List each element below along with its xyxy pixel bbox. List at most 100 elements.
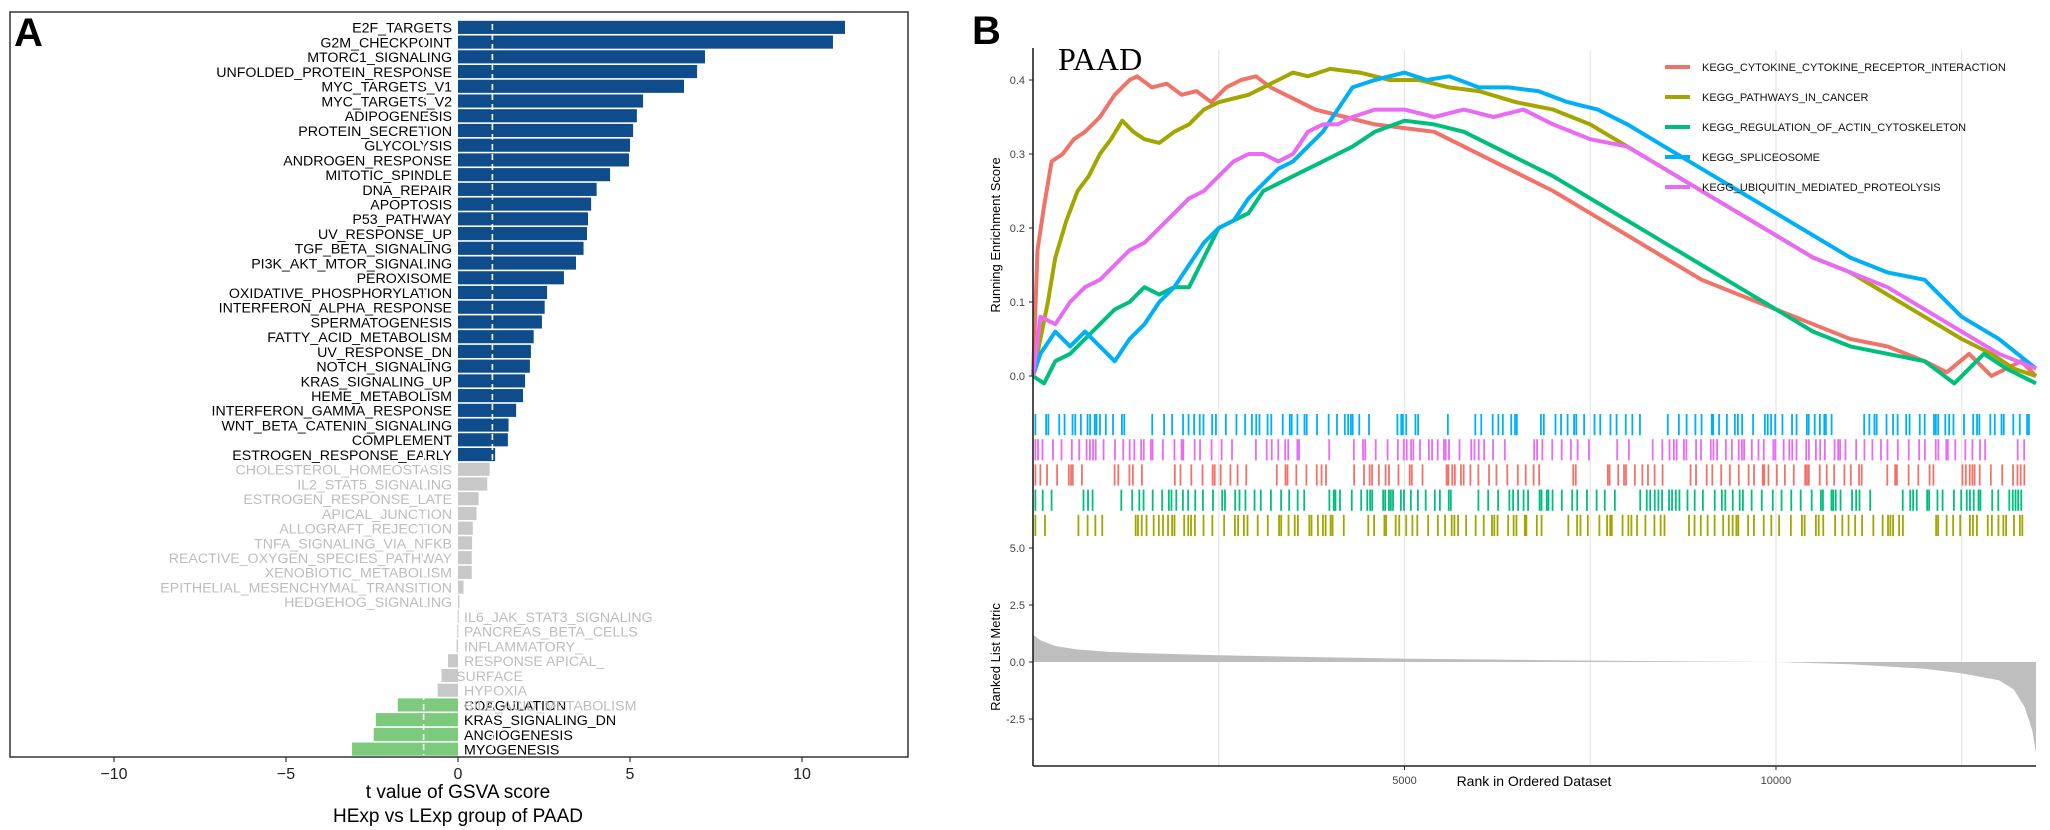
rug-tick — [1296, 439, 1299, 461]
rug-tick — [1460, 464, 1462, 486]
rug-tick — [1384, 489, 1387, 511]
rug-tick — [1863, 414, 1866, 436]
rug-tick — [1977, 489, 1980, 511]
rug-tick — [1617, 464, 1620, 486]
rug-tick — [1649, 489, 1652, 511]
panel-b: B PAAD 0.0 0.1 0.2 0.3 0.4 5.0 2.5 0.0 -2.5 5000 1… — [972, 9, 2038, 789]
rug-tick — [1492, 439, 1494, 461]
bar — [375, 713, 458, 727]
rug-tick — [1034, 489, 1037, 511]
rug-tick — [1162, 439, 1164, 461]
rug-tick — [1728, 464, 1731, 486]
rug-tick — [1265, 439, 1268, 461]
x-tick-label: −5 — [277, 766, 295, 783]
rug-tick — [1873, 414, 1876, 436]
rug-tick — [1989, 414, 1992, 436]
rug-tick — [1140, 514, 1143, 536]
bar — [458, 94, 644, 108]
rug-tick — [1245, 464, 1248, 486]
rug-tick — [1896, 414, 1899, 436]
rug-tick — [1221, 489, 1224, 511]
rug-tick — [1320, 464, 1323, 486]
rug-tick — [1538, 489, 1541, 511]
rug-tick — [1089, 414, 1091, 436]
bar — [458, 123, 634, 138]
rug-tick — [1122, 439, 1125, 461]
rug-tick — [1569, 439, 1572, 461]
rug-tick — [1280, 489, 1283, 511]
bar — [458, 462, 490, 476]
rug-tick — [1740, 439, 1743, 461]
rug-tick — [1121, 414, 1123, 436]
rug-tick — [1315, 464, 1318, 486]
rug-tick — [1193, 514, 1196, 536]
bar — [458, 64, 698, 79]
rug-tick — [1743, 439, 1746, 461]
rug-tick — [1113, 464, 1116, 486]
rug-tick — [1753, 514, 1755, 536]
rug-tick — [2018, 514, 2021, 536]
rug-tick — [1747, 514, 1750, 536]
rug-tick — [1373, 514, 1375, 536]
rug-tick — [1339, 489, 1341, 511]
rug-tick — [1170, 489, 1173, 511]
bar — [458, 447, 496, 462]
rug-tick — [1219, 464, 1222, 486]
rug-tick — [1713, 489, 1716, 511]
rug-tick — [1630, 514, 1633, 536]
rug-tick — [1056, 464, 1058, 486]
rug-tick — [1141, 464, 1143, 486]
bar-label: UV_RESPONSE_UP — [318, 227, 452, 243]
rug-tick — [1411, 514, 1414, 536]
rug-tick — [1517, 489, 1520, 511]
bar-label: TGF_BETA_SIGNALING — [295, 242, 452, 258]
rug-tick — [1447, 489, 1450, 511]
bar — [458, 433, 508, 447]
rug-tick — [1963, 414, 1965, 436]
rug-tick — [2002, 414, 2005, 436]
rug-tick — [1474, 514, 1477, 536]
rug-tick — [1972, 514, 1974, 536]
rug-tick — [1353, 464, 1356, 486]
rug-tick — [1074, 414, 1077, 436]
rug-tick — [2012, 464, 2014, 486]
rug-tick — [1501, 414, 1504, 436]
rug-tick — [1171, 514, 1174, 536]
rug-tick — [1503, 439, 1506, 461]
rug-tick — [1807, 439, 1810, 461]
rug-tick — [1834, 514, 1837, 536]
x-tick-label: 10 — [793, 766, 811, 783]
rug-tick — [1223, 514, 1226, 536]
rug-tick — [1133, 439, 1136, 461]
rug-tick — [1112, 414, 1114, 436]
rug-tick — [1766, 414, 1769, 436]
panel-b-label: B — [972, 9, 1001, 53]
rug-tick — [1926, 489, 1929, 511]
bar — [458, 50, 705, 64]
rug-tick — [1401, 414, 1404, 436]
rug-tick — [1405, 414, 1408, 436]
rug-tick — [1201, 464, 1204, 486]
rug-tick — [1730, 439, 1733, 461]
rug-tick — [1039, 464, 1042, 486]
rug-tick — [1822, 514, 1825, 536]
rug-tick — [1551, 439, 1554, 461]
rug-tick — [1235, 414, 1238, 436]
rug-tick — [1818, 464, 1821, 486]
rug-tick — [1070, 464, 1072, 486]
bar-label: INFLAMMATORY_ — [464, 639, 584, 655]
rug-tick — [1731, 489, 1734, 511]
rug-tick — [1270, 414, 1273, 436]
rug-tick — [1093, 414, 1096, 436]
rug-tick — [1470, 439, 1473, 461]
rug-tick — [2014, 489, 2017, 511]
rug-tick — [1332, 489, 1335, 511]
rug-tick — [1540, 514, 1543, 536]
figure: A E2F_TARGETSG2M_CHECKPOINTMTORC1_SIGNAL… — [9, 9, 2038, 827]
rug-tick — [1738, 489, 1741, 511]
rug-tick — [1854, 514, 1857, 536]
rug-tick — [1171, 414, 1174, 436]
rug-tick — [1047, 414, 1050, 436]
rug-tick — [1182, 489, 1184, 511]
metric-y-tick-label: 0.0 — [1010, 657, 1025, 669]
